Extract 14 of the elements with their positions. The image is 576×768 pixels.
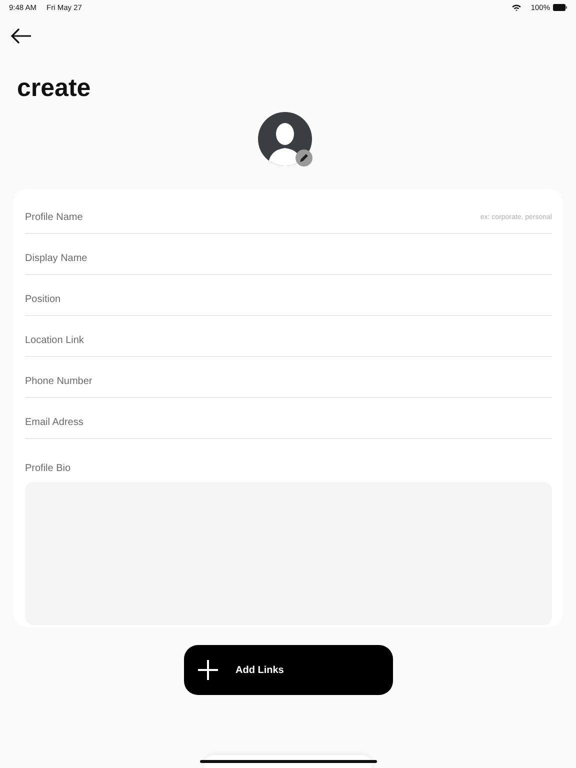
text-field[interactable]: Email Adress [25, 412, 552, 432]
text-field[interactable]: Position [25, 289, 552, 309]
plus-icon [198, 660, 218, 680]
battery-icon [553, 4, 567, 10]
text-field[interactable]: Location Link [25, 330, 552, 350]
text-field[interactable]: Phone Number [25, 371, 552, 391]
wifi-icon [512, 4, 521, 10]
add-links-button[interactable]: Add Links [184, 645, 392, 695]
edit-pencil-icon [296, 150, 312, 166]
bio-label: Profile Bio [25, 463, 71, 474]
text-field[interactable]: Profile Name [25, 207, 480, 227]
page-title: create [17, 73, 92, 103]
text-field[interactable]: Display Name [25, 248, 552, 268]
back-arrow-icon[interactable] [10, 28, 32, 44]
